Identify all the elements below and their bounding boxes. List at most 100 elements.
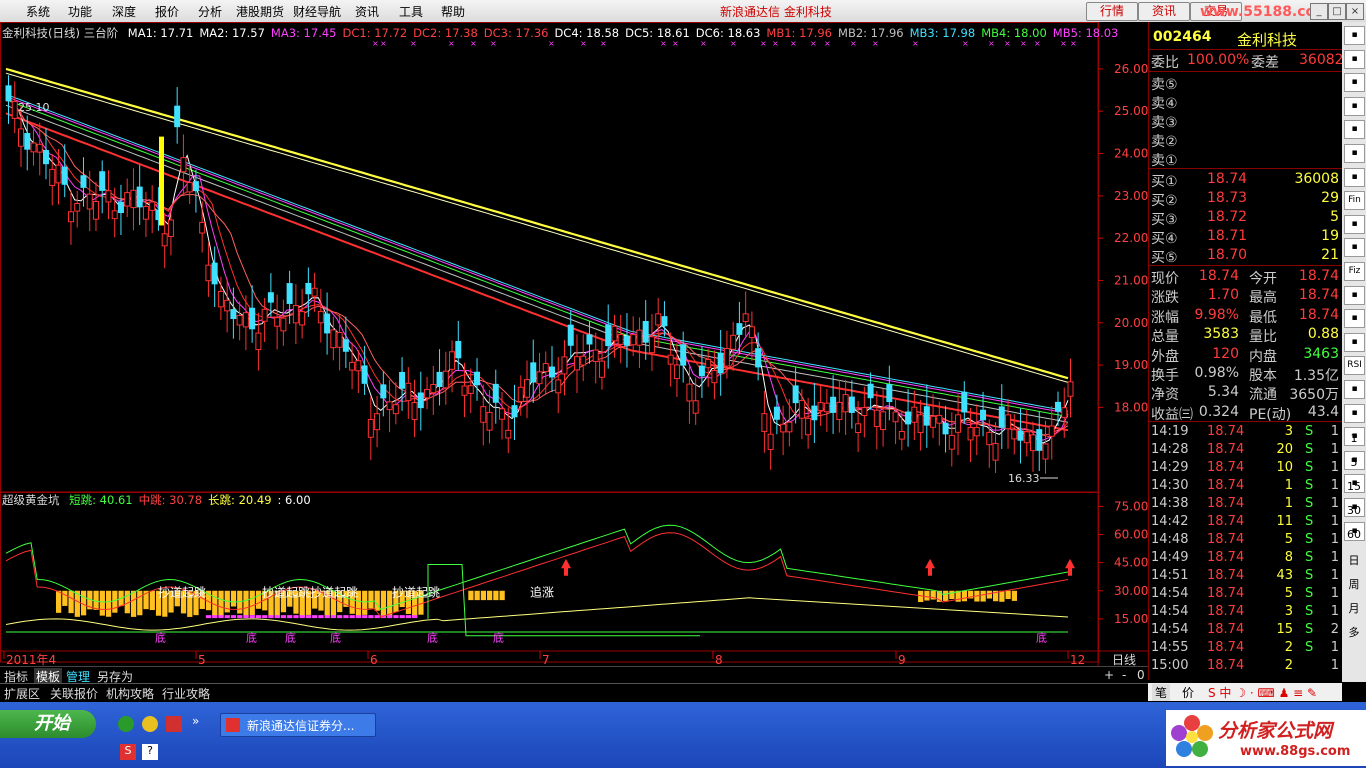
menu-quote[interactable]: 报价: [155, 3, 179, 20]
ma-short-line: [5, 100, 1069, 444]
tool-icon[interactable]: ▪: [1344, 120, 1365, 140]
candle-body: [367, 419, 374, 438]
period-button[interactable]: 1: [1342, 432, 1366, 445]
tab-institution[interactable]: 机构攻略: [106, 685, 154, 702]
sub-legend-item: : 6.00: [277, 493, 311, 507]
start-button[interactable]: 开始: [0, 710, 96, 738]
tool-icon[interactable]: ▪: [1344, 26, 1365, 45]
buy-volume: 36008: [1294, 171, 1339, 187]
period-button[interactable]: 5: [1342, 456, 1366, 469]
histogram-magenta-bar: [387, 615, 393, 619]
news-button[interactable]: 资讯: [1138, 2, 1190, 21]
buy-row[interactable]: 买⑤ 18.70 21: [1149, 246, 1343, 266]
maximize-icon[interactable]: □: [1328, 3, 1346, 20]
quote-button[interactable]: 行情: [1086, 2, 1138, 21]
price-tick-label: 26.00: [1114, 62, 1148, 76]
task-item-tdx[interactable]: 新浪通达信证券分...: [220, 713, 376, 737]
ext-right-bar: 笔 价 S 中 ☽ ⋅ ⌨ ♟ ≡ ✎: [1148, 683, 1342, 701]
buy-volume: 21: [1321, 247, 1339, 263]
tool-icon[interactable]: ▪: [1344, 73, 1365, 93]
windows-icon[interactable]: [166, 716, 182, 732]
tick-volume: 11: [1276, 514, 1293, 529]
menu-system[interactable]: 系统: [26, 3, 50, 20]
stat-value: 3650万: [1289, 387, 1339, 404]
minimize-icon[interactable]: _: [1310, 3, 1328, 20]
tool-icon[interactable]: ▪: [1344, 96, 1365, 116]
tab-related-quote[interactable]: 关联报价: [50, 685, 98, 702]
tick-direction: S: [1305, 460, 1314, 475]
tool-icon[interactable]: RSI: [1344, 356, 1365, 376]
menu-help[interactable]: 帮助: [441, 3, 465, 20]
app-icon[interactable]: [142, 716, 158, 732]
tool-icon[interactable]: ▪: [1344, 214, 1365, 234]
tool-icon[interactable]: ▪: [1344, 238, 1365, 258]
histogram-magenta-bar: [280, 615, 287, 619]
stat-label: 今开: [1249, 271, 1277, 287]
sina-icon[interactable]: S: [120, 744, 136, 760]
tick-row: 14:54 18.74 15 S 2: [1149, 621, 1343, 640]
tab-price[interactable]: 价: [1182, 684, 1194, 701]
close-icon[interactable]: ×: [1346, 3, 1364, 20]
candle-body: [842, 394, 849, 413]
tab-extension[interactable]: 扩展区: [4, 685, 40, 702]
menu-news[interactable]: 资讯: [355, 3, 379, 20]
candle-body: [1005, 414, 1012, 430]
menu-finance-nav[interactable]: 财经导航: [293, 3, 341, 20]
menu-depth[interactable]: 深度: [112, 3, 136, 20]
tool-icon[interactable]: ▪: [1344, 144, 1365, 163]
menu-hk-futures[interactable]: 港股期货: [236, 3, 284, 20]
chart-canvas[interactable]: 26.00 25.00 24.00 23.00 22.00 21.00 20.00 19.00…: [0, 22, 1148, 680]
legend-item: MB1: 17.96: [766, 26, 833, 40]
histogram-bar: [362, 590, 368, 615]
period-button[interactable]: 60: [1342, 528, 1366, 541]
tool-icon[interactable]: ▪: [1344, 403, 1365, 423]
menu-function[interactable]: 功能: [68, 3, 92, 20]
tool-icon[interactable]: ▪: [1344, 309, 1365, 329]
legend-item: DC1: 17.72: [342, 26, 408, 40]
ie-icon[interactable]: [118, 716, 134, 732]
buy-row[interactable]: 买③ 18.72 5: [1149, 208, 1343, 228]
period-button[interactable]: 15: [1342, 480, 1366, 493]
tool-icon[interactable]: Fin: [1344, 191, 1365, 211]
zoom-out-button[interactable]: -: [1122, 668, 1126, 682]
zoom-in-button[interactable]: +: [1104, 668, 1114, 682]
buy-row[interactable]: 买① 18.74 36008: [1149, 170, 1343, 190]
tool-icon[interactable]: ▪: [1344, 380, 1365, 399]
ime-icon[interactable]: S 中 ☽ ⋅ ⌨ ♟ ≡ ✎: [1208, 684, 1317, 701]
bottom-mark: 底: [427, 630, 438, 644]
buy-label: 买①: [1151, 174, 1178, 190]
tool-icon[interactable]: ▪: [1344, 49, 1365, 69]
reset-button[interactable]: 0: [1137, 668, 1145, 682]
buy-label: 买③: [1151, 212, 1178, 228]
tab-tick[interactable]: 笔: [1152, 684, 1171, 701]
menu-analysis[interactable]: 分析: [198, 3, 222, 20]
help-icon[interactable]: ?: [142, 744, 158, 760]
tick-row: 14:54 18.74 3 S 1: [1149, 603, 1343, 622]
period-button[interactable]: 30: [1342, 504, 1366, 517]
candle-body: [967, 427, 974, 441]
period-button[interactable]: 月: [1342, 600, 1366, 616]
period-button[interactable]: 多: [1342, 624, 1366, 640]
stat-label: 总量: [1151, 329, 1179, 346]
period-button[interactable]: 周: [1342, 576, 1366, 592]
tab-industry[interactable]: 行业攻略: [162, 685, 210, 702]
period-button[interactable]: 日: [1342, 552, 1366, 568]
tool-icon[interactable]: ▪: [1344, 332, 1365, 352]
tick-direction: S: [1305, 424, 1314, 439]
buy-row[interactable]: 买② 18.73 29: [1149, 189, 1343, 209]
chevron-icon[interactable]: »: [192, 714, 199, 728]
kline-chart[interactable]: 26.00 25.00 24.00 23.00 22.00 21.00 20.00 19.00…: [0, 22, 1148, 680]
histogram-magenta-bar: [255, 615, 262, 619]
menu-tools[interactable]: 工具: [399, 3, 423, 20]
ma-short-line: [5, 100, 1069, 441]
price-tick-label: 25.00: [1114, 104, 1148, 118]
tick-time: 14:30: [1151, 478, 1189, 493]
sub-tick-label: 45.00: [1114, 556, 1148, 570]
histogram-magenta-bar: [243, 615, 249, 619]
buy-row[interactable]: 买④ 18.71 19: [1149, 227, 1343, 247]
candle-body: [880, 411, 887, 431]
tool-icon[interactable]: ▪: [1344, 285, 1365, 305]
tool-icon[interactable]: Fiz: [1344, 262, 1365, 281]
tool-icon[interactable]: ▪: [1344, 167, 1365, 187]
histogram-magenta-bar: [299, 615, 305, 619]
